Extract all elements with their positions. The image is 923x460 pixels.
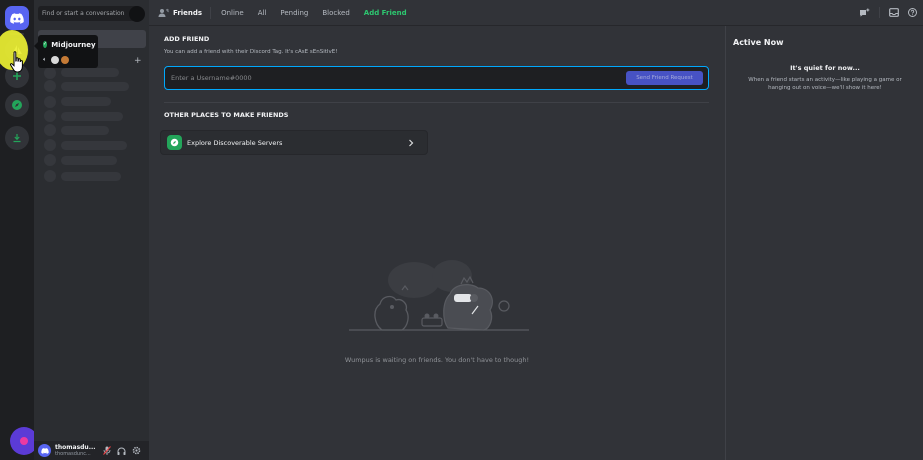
discord-avatar-icon: [40, 447, 49, 454]
tab-all[interactable]: All: [258, 9, 267, 17]
add-friend-panel: ADD FRIEND You can add a friend with the…: [149, 26, 725, 460]
headphones-icon[interactable]: [117, 447, 126, 455]
speaker-icon: 🔈︎: [43, 55, 47, 63]
explore-servers-label: Explore Discoverable Servers: [187, 138, 283, 147]
send-friend-request-button[interactable]: Send Friend Request: [626, 71, 703, 85]
direct-messages-sidebar: Find or start a conversation +: [34, 0, 149, 460]
dm-skeleton-line: [61, 112, 123, 121]
conversation-search[interactable]: Find or start a conversation: [38, 6, 138, 21]
help-icon[interactable]: [908, 8, 917, 17]
compass-icon: [170, 138, 179, 147]
dm-skeleton-line: [61, 82, 129, 91]
user-avatar[interactable]: [38, 444, 51, 457]
friends-wave-icon: [158, 8, 169, 17]
friends-title: Friends: [158, 8, 202, 17]
explore-servers-button[interactable]: [5, 93, 29, 117]
quiet-description: When a friend starts an activity—like pl…: [748, 77, 902, 91]
dm-skeleton-avatar: [44, 67, 56, 79]
user-tag: thomasdunc...: [55, 451, 91, 457]
dm-skeleton-avatar: [44, 139, 56, 151]
dm-skeleton-line: [61, 141, 127, 150]
voice-avatar: [60, 55, 69, 64]
mute-mic-icon[interactable]: [103, 446, 111, 455]
active-now-panel: Active Now It's quiet for now... When a …: [725, 26, 923, 460]
hand-cursor-icon: [9, 51, 23, 73]
search-overlay-blob: [129, 6, 145, 22]
home-button[interactable]: [5, 6, 29, 30]
discord-app: Find or start a conversation + ✓ Midjour…: [0, 0, 923, 460]
section-divider: [164, 102, 709, 103]
verified-check-icon: ✓: [43, 41, 48, 48]
tab-add-friend[interactable]: Add Friend: [364, 9, 407, 17]
voice-avatar: [50, 55, 59, 64]
add-friend-heading: ADD FRIEND: [164, 35, 210, 43]
add-friend-form: Send Friend Request: [164, 66, 709, 90]
chevron-right-icon: [409, 139, 414, 147]
toolbar-divider: [879, 7, 880, 18]
dm-skeleton-line: [61, 68, 119, 77]
download-icon: [13, 134, 21, 143]
settings-gear-icon[interactable]: [132, 446, 141, 455]
dm-skeleton-line: [61, 126, 109, 135]
dm-skeleton-avatar: [44, 170, 56, 182]
add-friend-description: You can add a friend with their Discord …: [164, 49, 338, 55]
discord-home-icon: [10, 12, 24, 24]
friends-title-text: Friends: [173, 8, 203, 17]
active-now-title: Active Now: [733, 38, 784, 47]
explore-servers-card[interactable]: Explore Discoverable Servers: [160, 130, 428, 155]
dm-skeleton-line: [61, 97, 111, 106]
username: thomasdu...: [55, 444, 95, 451]
user-identity[interactable]: thomasdu... thomasdunc...: [55, 444, 95, 457]
dm-skeleton-avatar: [44, 110, 56, 122]
other-places-heading: OTHER PLACES TO MAKE FRIENDS: [164, 111, 289, 119]
quiet-title: It's quiet for now...: [790, 64, 860, 72]
dm-skeleton-avatar: [44, 154, 56, 166]
status-dot: [20, 437, 28, 445]
tab-online[interactable]: Online: [221, 9, 244, 17]
download-apps-button[interactable]: [5, 126, 29, 150]
server-tooltip: ✓ Midjourney 🔈︎: [34, 35, 98, 68]
inbox-icon[interactable]: [889, 8, 899, 17]
dm-skeleton-line: [61, 156, 117, 165]
dm-skeleton-line: [61, 172, 121, 181]
explore-card-icon-wrap: [167, 135, 182, 150]
friends-header: Friends Online All Pending Blocked Add F…: [149, 0, 923, 26]
dm-skeleton-avatar: [44, 80, 56, 92]
tooltip-server-name: Midjourney: [51, 40, 96, 49]
compass-icon: [12, 100, 22, 110]
dm-skeleton-avatar: [44, 124, 56, 136]
tab-blocked[interactable]: Blocked: [322, 9, 349, 17]
header-divider: [210, 6, 212, 19]
username-input[interactable]: [171, 72, 571, 84]
dm-skeleton-avatar: [44, 96, 56, 108]
create-dm-icon[interactable]: +: [134, 56, 142, 66]
empty-state-caption: Wumpus is waiting on friends. You don't …: [344, 356, 530, 364]
tab-pending[interactable]: Pending: [280, 9, 308, 17]
new-group-dm-icon[interactable]: [859, 8, 870, 18]
server-rail: [0, 0, 38, 460]
user-panel: thomasdu... thomasdunc...: [34, 441, 149, 460]
wumpus-waiting-illustration: [349, 260, 529, 331]
